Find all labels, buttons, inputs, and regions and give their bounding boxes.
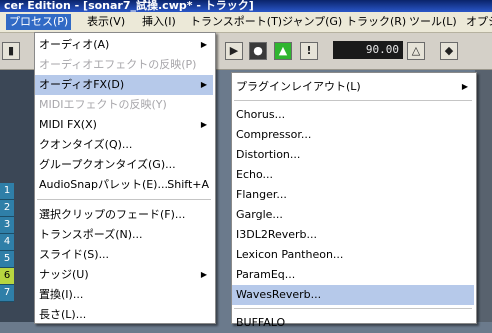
submenu-arrow-icon: ▶ [200, 40, 207, 49]
menu-track[interactable]: トラック(R) [343, 14, 409, 30]
submenu-arrow-icon: ▶ [461, 82, 468, 91]
menu-item-midi-fx[interactable]: MIDI FX(X) ▶ [35, 115, 213, 135]
menu-item-length[interactable]: 長さ(L)... [35, 305, 213, 325]
metronome-icon[interactable]: ▲ [274, 42, 292, 60]
menu-item-transpose[interactable]: トランスポーズ(N)... [35, 225, 213, 245]
menu-process[interactable]: プロセス(P) [6, 14, 72, 30]
record-icon[interactable]: ● [249, 42, 267, 60]
tempo-tap-icon[interactable]: △ [407, 42, 425, 60]
menu-item-i3dl2reverb[interactable]: I3DL2Reverb... [232, 225, 474, 245]
menu-insert[interactable]: 挿入(I) [139, 14, 179, 30]
menu-item-distortion[interactable]: Distortion... [232, 145, 474, 165]
alert-icon[interactable]: ! [300, 42, 318, 60]
menu-item-chorus[interactable]: Chorus... [232, 105, 474, 125]
menu-item-replace[interactable]: 置換(I)... [35, 285, 213, 305]
audio-fx-submenu: プラグインレイアウト(L) ▶ Chorus... Compressor... D… [231, 72, 477, 329]
track-number[interactable]: 1 [0, 183, 14, 200]
menu-options[interactable]: オプシ [463, 14, 492, 30]
menu-transport[interactable]: トランスポート(T) [187, 14, 285, 30]
marker-icon[interactable]: ◆ [440, 42, 458, 60]
menu-item-buffalo[interactable]: BUFFALO [232, 313, 474, 333]
menu-item-compressor[interactable]: Compressor... [232, 125, 474, 145]
submenu-arrow-icon: ▶ [200, 80, 207, 89]
track-number[interactable]: 3 [0, 217, 14, 234]
track-number[interactable]: 4 [0, 234, 14, 251]
submenu-arrow-icon: ▶ [200, 270, 207, 279]
menu-view[interactable]: 表示(V) [84, 14, 128, 30]
menu-separator [37, 199, 211, 200]
menu-item-fade-selected-clips[interactable]: 選択クリップのフェード(F)... [35, 205, 213, 225]
menu-item-wavesreverb[interactable]: WavesReverb... [232, 285, 474, 305]
menu-item-plugin-layout[interactable]: プラグインレイアウト(L) ▶ [232, 77, 474, 97]
submenu-arrow-icon: ▶ [200, 120, 207, 129]
menu-item-parameq[interactable]: ParamEq... [232, 265, 474, 285]
window-title: cer Edition - [sonar7_試操.cwp* - トラック] [0, 0, 492, 12]
menu-item-slide[interactable]: スライド(S)... [35, 245, 213, 265]
menu-separator [234, 308, 472, 309]
menu-item-groove-quantize[interactable]: グループクオンタイズ(G)... [35, 155, 213, 175]
menu-bar: プロセス(P) 表示(V) 挿入(I) トランスポート(T) ジャンプ(G) ト… [0, 12, 492, 33]
menu-tools[interactable]: ツール(L) [406, 14, 460, 30]
menu-item-gargle[interactable]: Gargle... [232, 205, 474, 225]
menu-separator [234, 100, 472, 101]
menu-item-apply-audio-effects: オーディオエフェクトの反映(P) [39, 58, 197, 71]
menu-item-audio-fx[interactable]: オーディオFX(D) ▶ [35, 75, 213, 95]
toolbar-button[interactable]: ▮ [2, 42, 20, 60]
clips-pane [475, 70, 492, 322]
menu-item-quantize[interactable]: クオンタイズ(Q)... [35, 135, 213, 155]
menu-item-lexicon-pantheon[interactable]: Lexicon Pantheon... [232, 245, 474, 265]
shortcut-text: Shift+A [167, 178, 209, 191]
menu-item-apply-midi-effects: MIDIエフェクトの反映(Y) [39, 98, 167, 111]
menu-item-flanger[interactable]: Flanger... [232, 185, 474, 205]
menu-item-nudge[interactable]: ナッジ(U) ▶ [35, 265, 213, 285]
track-number[interactable]: 7 [0, 285, 14, 302]
menu-item-audio[interactable]: オーディオ(A) ▶ [35, 35, 213, 55]
menu-item-audiosnap-palette[interactable]: AudioSnapパレット(E)... Shift+A [35, 175, 213, 195]
process-menu: オーディオ(A) ▶ オーディオエフェクトの反映(P) オーディオFX(D) ▶ M… [34, 32, 216, 324]
track-number[interactable]: 2 [0, 200, 14, 217]
track-number-column: 1 2 3 4 5 6 7 [0, 183, 14, 302]
track-number[interactable]: 6 [0, 268, 14, 285]
track-number[interactable]: 5 [0, 251, 14, 268]
go-to-end-icon[interactable]: ▶ [225, 42, 243, 60]
menu-jump[interactable]: ジャンプ(G) [279, 14, 345, 30]
tempo-display[interactable]: 90.00 [333, 41, 403, 59]
menu-item-echo[interactable]: Echo... [232, 165, 474, 185]
